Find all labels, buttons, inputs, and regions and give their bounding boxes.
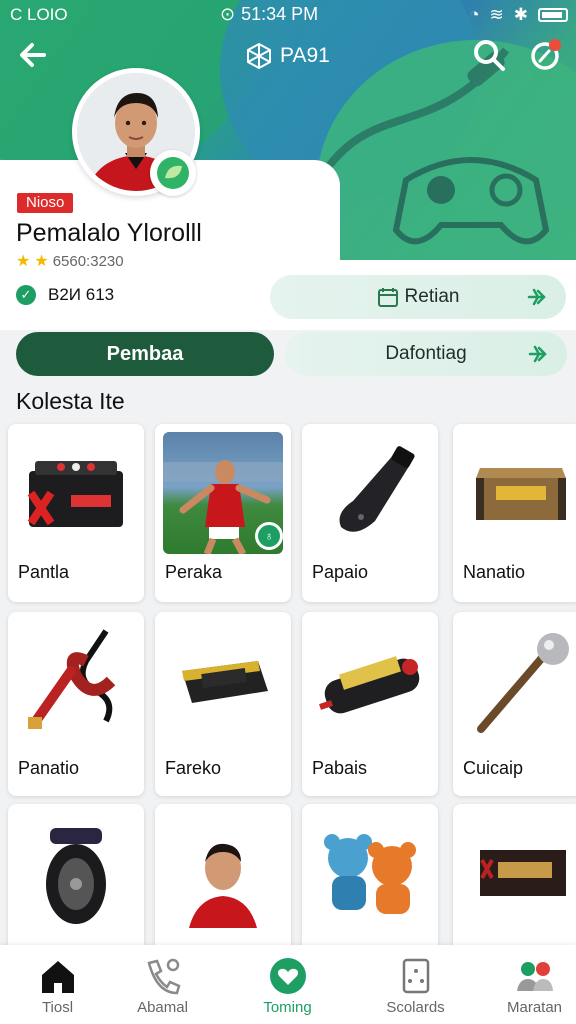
item-label: Cuicaip — [463, 758, 524, 778]
search-icon[interactable] — [472, 38, 506, 72]
item-card[interactable] — [302, 804, 438, 954]
carrier-label: C LOIO — [10, 5, 68, 24]
phone-icon — [147, 958, 181, 995]
item-label: Pabais — [312, 758, 368, 778]
app-title-text: PA91 — [280, 44, 330, 67]
chest-icon — [461, 432, 576, 554]
calendar-icon — [377, 288, 398, 307]
funnel-icon — [310, 432, 430, 554]
nav-label: Toming — [263, 999, 312, 1016]
nav-label: Abamal — [137, 999, 188, 1016]
item-label: Fareko — [165, 758, 222, 778]
avatar-badge — [150, 150, 196, 196]
bluetooth-icon: ✱ — [513, 5, 528, 24]
app-title: PA91 — [246, 42, 330, 70]
wheel-icon — [16, 812, 136, 934]
item-label: Panatio — [18, 758, 80, 778]
primary-tab-button[interactable]: Pembaa — [16, 332, 274, 376]
toolbox-icon — [16, 432, 136, 554]
nav-item-home[interactable]: Tiosl — [0, 945, 115, 1024]
gold-case-icon — [163, 620, 283, 742]
player-portrait-icon — [163, 812, 283, 934]
star-icon: ★ — [16, 253, 31, 270]
send-arrow-icon — [527, 288, 546, 306]
star-icon: ★ — [34, 253, 49, 270]
item-card[interactable]: Panatio — [8, 612, 144, 796]
item-card[interactable]: Papaio — [302, 424, 438, 602]
back-arrow-icon[interactable] — [16, 38, 50, 72]
section-title: Kolesta Ite — [16, 388, 125, 414]
status-icons: ◔ ≋ ✱ — [469, 5, 568, 25]
battery-icon — [538, 8, 568, 22]
bear-toys-icon — [310, 812, 430, 934]
item-card[interactable]: Fareko — [155, 612, 291, 796]
canister-icon — [310, 620, 430, 742]
rating-text: 6560:3230 — [52, 252, 124, 270]
crate-icon — [461, 812, 576, 934]
item-card[interactable] — [155, 804, 291, 954]
verified-id: ✓ B2И 613 — [16, 285, 114, 305]
bulb-badge-icon: ♁ — [255, 522, 283, 550]
status-badge: Nioso — [17, 193, 74, 213]
retian-button[interactable]: Retian — [270, 275, 566, 319]
nav-label: Scolards — [386, 999, 445, 1016]
status-bar: C LOIO ⊙ 51:34 PM ◔ ≋ ✱ — [0, 0, 576, 28]
bottom-nav: Tiosl Abamal Toming Scolards Maratan — [0, 945, 576, 1024]
item-card[interactable]: Pabais — [302, 612, 438, 796]
item-label: Pantla — [18, 562, 70, 582]
item-card[interactable]: Cuicaip — [453, 612, 576, 796]
nav-item-people[interactable]: Maratan — [477, 945, 576, 1024]
secondary-tab-label: Dafontiag — [385, 343, 467, 364]
logo-icon — [247, 42, 271, 70]
wifi-icon: ≋ — [489, 5, 504, 24]
item-card[interactable]: ♁ Peraka — [155, 424, 291, 602]
nav-item-phone[interactable]: Abamal — [105, 945, 220, 1024]
nav-label: Tiosl — [41, 999, 74, 1016]
item-card[interactable]: Pantla — [8, 424, 144, 602]
nav-item-heart[interactable]: Toming — [230, 945, 345, 1024]
profile-name: Pemalalo Ylorolll — [16, 219, 202, 247]
mace-icon — [461, 620, 576, 742]
rating: ★ ★ 6560:3230 — [16, 251, 124, 271]
clock: ⊙ 51:34 PM — [220, 4, 318, 25]
compass-notification-icon[interactable] — [528, 38, 562, 72]
time-label: 51:34 PM — [241, 4, 319, 24]
people-icon — [517, 962, 553, 991]
home-icon — [42, 961, 74, 993]
nav-label: Maratan — [506, 999, 563, 1016]
item-label: Papaio — [312, 562, 369, 582]
item-card[interactable] — [8, 804, 144, 954]
hose-tool-icon — [16, 620, 136, 742]
item-label: Nanatio — [463, 562, 526, 582]
leaf-badge-icon — [157, 157, 189, 189]
secondary-tab-button[interactable]: Dafontiag — [285, 332, 567, 376]
alarm-icon: ⊙ — [220, 4, 236, 24]
send-arrow-icon — [528, 345, 547, 363]
primary-tab-label: Pembaa — [106, 342, 184, 365]
retian-label: Retian — [404, 286, 460, 307]
card-icon — [402, 958, 430, 994]
check-icon: ✓ — [16, 285, 36, 305]
item-card[interactable]: Nanatio — [453, 424, 576, 602]
verified-id-text: B2И 613 — [48, 285, 115, 304]
item-card[interactable] — [453, 804, 576, 954]
heart-icon — [270, 958, 306, 994]
signal-icon: ◔ — [469, 5, 480, 24]
nav-item-cards[interactable]: Scolards — [358, 945, 473, 1024]
item-label: Peraka — [165, 562, 223, 582]
